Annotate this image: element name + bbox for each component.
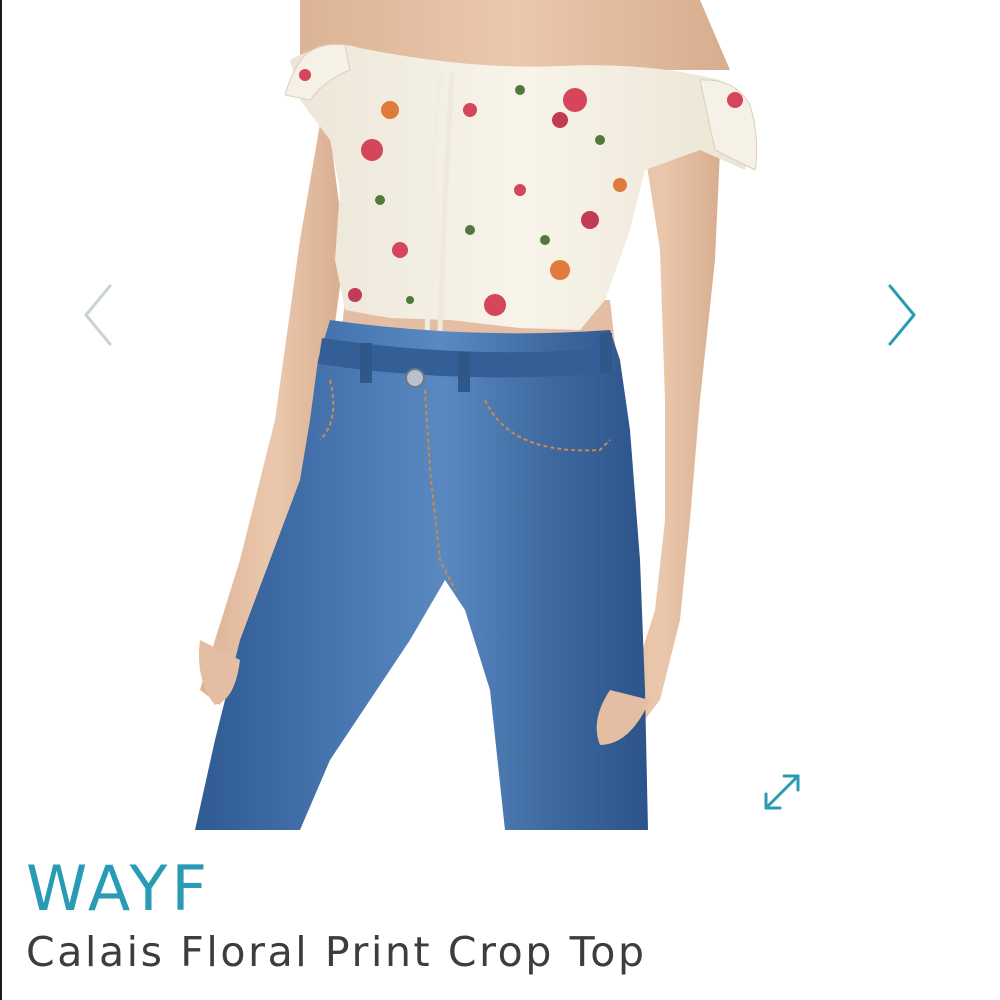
belt-loop-center xyxy=(458,352,470,392)
jeans-button xyxy=(405,368,425,388)
product-image[interactable] xyxy=(0,0,1000,830)
next-image-button[interactable] xyxy=(878,278,928,352)
brand-name[interactable]: WAYF xyxy=(26,858,211,920)
product-title: Calais Floral Print Crop Top xyxy=(26,928,647,976)
belt-loop-right xyxy=(600,333,612,373)
previous-image-button[interactable] xyxy=(72,278,122,352)
belt-loop-left xyxy=(360,343,372,383)
expand-arrows-icon xyxy=(764,774,800,810)
expand-image-button[interactable] xyxy=(756,766,808,818)
chevron-left-icon xyxy=(84,284,112,346)
chevron-right-icon xyxy=(888,284,916,346)
